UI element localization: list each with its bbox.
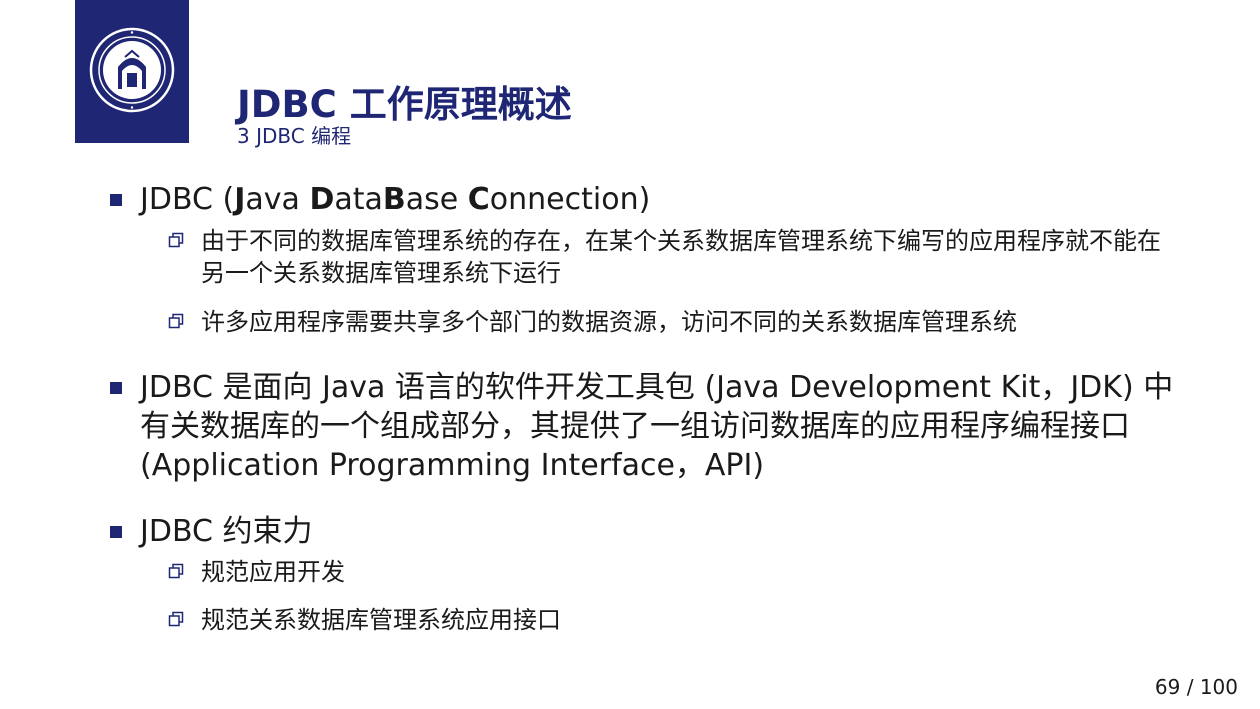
page-number: 69 / 100 [1154,675,1238,699]
bullet-text: JDBC 是面向 Java 语言的软件开发工具包 (Java Developme… [140,370,1174,483]
bullet-text-bold: D [309,182,335,217]
sub-bullet-item: 规范关系数据库管理系统应用接口 [168,604,1181,636]
sub-bullet-text: 规范关系数据库管理系统应用接口 [201,606,561,634]
sub-bullet-item: 规范应用开发 [168,556,1181,588]
bullet-text: JDBC ( [140,182,235,217]
bullet-jdbc-constraint: JDBC 约束力 [110,512,1190,551]
bullet-text: JDBC 约束力 [140,514,313,549]
sub-bullet-icon [168,563,184,579]
sub-bullet-text: 许多应用程序需要共享多个部门的数据资源，访问不同的关系数据库管理系统 [201,308,1017,336]
sub-bullet-text: 规范应用开发 [201,558,345,586]
bullet-text: ata [334,182,383,217]
bullet-text: ava [245,182,310,217]
bullet-jdbc-definition: JDBC (Java DataBase Connection) [110,180,1190,219]
bullet-text-bold: B [382,182,406,217]
university-seal-icon [89,27,175,113]
bullet-jdbc-api: JDBC 是面向 Java 语言的软件开发工具包 (Java Developme… [110,368,1190,485]
sub-bullet-icon [168,611,184,627]
sub-bullet-item: 许多应用程序需要共享多个部门的数据资源，访问不同的关系数据库管理系统 [168,306,1181,338]
bullet-text-bold: C [467,182,490,217]
bullet-text: onnection) [489,182,651,217]
slide-subtitle: 3 JDBC 编程 [237,124,352,148]
sub-bullet-icon [168,232,184,248]
bullet-square-icon [110,194,122,206]
sub-bullet-text: 由于不同的数据库管理系统的存在，在某个关系数据库管理系统下编写的应用程序就不能在… [201,227,1161,287]
bullet-square-icon [110,526,122,538]
sub-bullet-item: 由于不同的数据库管理系统的存在，在某个关系数据库管理系统下编写的应用程序就不能在… [168,225,1181,289]
bullet-text-bold: J [234,182,246,217]
university-logo-block [75,0,189,143]
sub-bullet-icon [168,313,184,329]
bullet-square-icon [110,382,122,394]
bullet-text: ase [405,182,468,217]
